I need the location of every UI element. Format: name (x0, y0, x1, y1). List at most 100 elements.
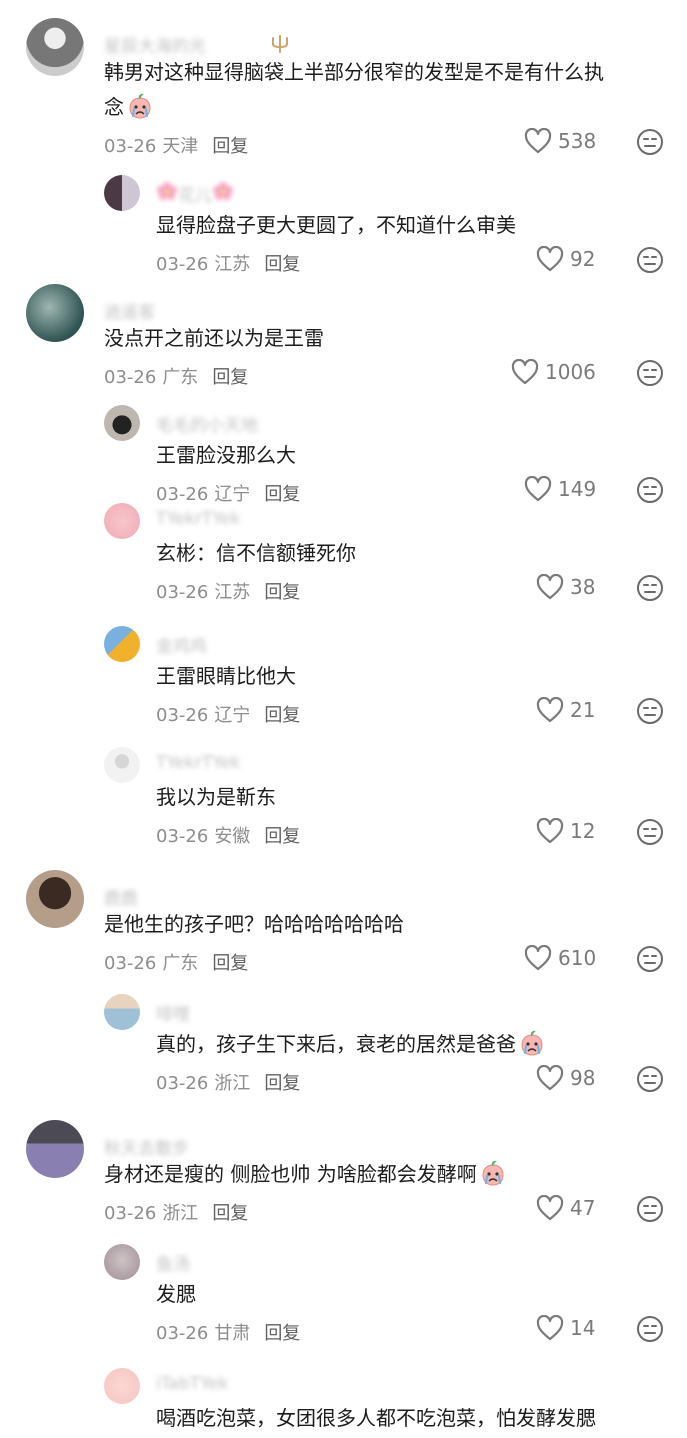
comment-text-line: 韩男对这种显得脑袋上半部分很窄的发型是不是有什么执 (104, 60, 604, 84)
avatar[interactable] (104, 503, 140, 539)
comment-text-line: 喝酒吃泡菜，女团很多人都不吃泡菜，怕发酵发腮 (156, 1406, 596, 1430)
like-button[interactable]: 92 (536, 246, 595, 272)
avatar[interactable] (104, 747, 140, 783)
like-button[interactable]: 610 (524, 945, 596, 971)
username[interactable]: 啡哩 (156, 1000, 190, 1025)
dislike-icon[interactable] (636, 476, 664, 504)
like-count: 1006 (545, 360, 596, 384)
avatar[interactable] (26, 1120, 84, 1178)
dislike-icon[interactable] (636, 359, 664, 387)
comment-date: 03-26 (156, 705, 209, 726)
dislike-icon[interactable] (636, 945, 664, 973)
username[interactable]: 金鸡鸡 (156, 632, 207, 657)
heart-icon (536, 1315, 564, 1341)
dislike-icon[interactable] (636, 574, 664, 602)
comment-meta: 03-26 江苏 回复 (156, 578, 300, 604)
username[interactable]: 秋天去散步 (104, 1134, 189, 1159)
like-button[interactable]: 14 (536, 1315, 595, 1341)
username-text: 金鸡鸡 (156, 637, 207, 657)
comment-text: 韩男对这种显得脑袋上半部分很窄的发型是不是有什么执 (104, 56, 604, 89)
username[interactable]: iTabTYek (156, 1374, 228, 1394)
avatar[interactable] (104, 405, 140, 441)
heart-icon (536, 1195, 564, 1221)
like-button[interactable]: 1006 (511, 359, 596, 385)
comment-text-line: 我以为是靳东 (156, 785, 276, 809)
avatar[interactable] (26, 870, 84, 928)
avatar[interactable] (104, 1368, 140, 1404)
comment-text: 玄彬：信不信额锤死你 (156, 537, 356, 570)
heart-icon (536, 574, 564, 600)
heart-icon (524, 476, 552, 502)
avatar[interactable] (104, 994, 140, 1030)
like-button[interactable]: 149 (524, 476, 596, 502)
username[interactable]: 鹿鹿 (104, 884, 138, 909)
username[interactable]: 星辰大海的光 (104, 32, 206, 57)
reply-button[interactable]: 回复 (264, 1073, 300, 1094)
username-text: iTabTYek (156, 1374, 229, 1394)
comment-date: 03-26 (156, 484, 209, 505)
comment-text: 是他生的孩子吧？哈哈哈哈哈哈哈 (104, 908, 404, 941)
comment-text-line: 真的，孩子生下来后，衰老的居然是爸爸 (156, 1032, 516, 1056)
comment-meta: 03-26 浙江 回复 (104, 1199, 248, 1225)
reply-button[interactable]: 回复 (264, 1323, 300, 1344)
comment-location: 辽宁 (214, 705, 251, 726)
like-button[interactable]: 38 (536, 574, 595, 600)
like-button[interactable]: 21 (536, 697, 595, 723)
like-button[interactable]: 98 (536, 1065, 595, 1091)
like-count: 149 (558, 477, 597, 501)
comment-location: 浙江 (162, 1203, 199, 1224)
comment-text: 没点开之前还以为是王雷 (104, 322, 324, 355)
reply-button[interactable]: 回复 (264, 254, 300, 275)
username[interactable]: TYekrTYek (156, 753, 241, 773)
like-button[interactable]: 12 (536, 818, 595, 844)
flower-icon (156, 182, 178, 206)
dislike-icon[interactable] (636, 1065, 664, 1093)
avatar[interactable] (26, 284, 84, 342)
avatar[interactable] (104, 1244, 140, 1280)
comment-meta: 03-26 辽宁 回复 (156, 701, 300, 727)
like-button[interactable]: 538 (524, 128, 596, 154)
dislike-icon[interactable] (636, 818, 664, 846)
username[interactable]: TYekrTYek (156, 509, 241, 529)
comment-text: 王雷眼睛比他大 (156, 660, 296, 693)
reply-button[interactable]: 回复 (264, 826, 300, 847)
avatar[interactable] (104, 626, 140, 662)
username[interactable]: 毛毛的小天地 (156, 411, 258, 436)
comment-text: 显得脸盘子更大更圆了，不知道什么审美 (156, 209, 516, 242)
comment-location: 浙江 (214, 1073, 251, 1094)
comment-location: 广东 (162, 953, 199, 974)
dislike-icon[interactable] (636, 1315, 664, 1343)
flower-icon (212, 182, 234, 206)
reply-button[interactable]: 回复 (264, 582, 300, 603)
comment-date: 03-26 (104, 367, 157, 388)
comment-text-line: 王雷眼睛比他大 (156, 664, 296, 688)
username-text: 花儿 (178, 186, 212, 206)
username[interactable]: 鱼汤 (156, 1250, 190, 1275)
reply-button[interactable]: 回复 (212, 367, 248, 388)
dislike-icon[interactable] (636, 1195, 664, 1223)
heart-icon (511, 359, 539, 385)
comment-location: 广东 (162, 367, 199, 388)
comment-text-line: 发腮 (156, 1282, 196, 1306)
username[interactable]: 逍遥客 (104, 298, 155, 323)
username-text: TYekrTYek (156, 753, 241, 773)
reply-button[interactable]: 回复 (264, 484, 300, 505)
comment-text-line: 念 (104, 95, 124, 119)
comment-location: 甘肃 (214, 1323, 251, 1344)
like-button[interactable]: 47 (536, 1195, 595, 1221)
avatar[interactable] (104, 175, 140, 211)
reply-button[interactable]: 回复 (212, 136, 248, 157)
heart-icon (536, 697, 564, 723)
dislike-icon[interactable] (636, 246, 664, 274)
comment-text: 发腮 (156, 1278, 196, 1311)
dislike-icon[interactable] (636, 128, 664, 156)
reply-button[interactable]: 回复 (264, 705, 300, 726)
comment-location: 辽宁 (214, 484, 251, 505)
avatar[interactable] (26, 18, 84, 76)
comment-text-line: 身材还是瘦的 侧脸也帅 为啥脸都会发酵啊 (104, 1162, 477, 1186)
comment-date: 03-26 (156, 254, 209, 275)
dislike-icon[interactable] (636, 697, 664, 725)
username[interactable]: 花儿 (156, 181, 234, 206)
reply-button[interactable]: 回复 (212, 1203, 248, 1224)
reply-button[interactable]: 回复 (212, 953, 248, 974)
